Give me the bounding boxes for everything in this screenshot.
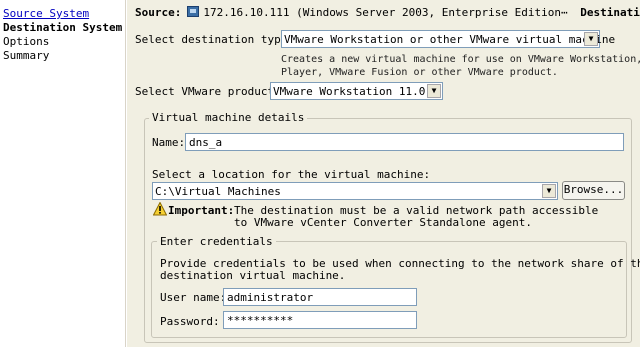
password-input[interactable]: ********** xyxy=(223,311,417,329)
vmware-product-select[interactable]: VMware Workstation 11.0.x ▼ xyxy=(270,82,443,100)
vm-location-label: Select a location for the virtual machin… xyxy=(152,168,431,181)
chevron-down-icon[interactable]: ▼ xyxy=(584,32,598,46)
destination-type-value: VMware Workstation or other VMware virtu… xyxy=(284,33,616,46)
destination-label: Destination: xyxy=(580,6,640,19)
wizard-nav: Source System Destination System Options… xyxy=(0,0,126,347)
vm-name-value: dns_a xyxy=(189,136,223,149)
vmware-product-label: Select VMware product: xyxy=(135,85,281,98)
vm-location-select[interactable]: C:\Virtual Machines ▼ xyxy=(152,182,558,200)
destination-type-label: Select destination type: xyxy=(135,33,294,46)
computer-icon xyxy=(187,6,200,17)
vm-details-title: Virtual machine details xyxy=(149,111,308,124)
chevron-down-icon[interactable]: ▼ xyxy=(542,184,556,198)
nav-item-summary[interactable]: Summary xyxy=(3,49,49,62)
credentials-description-2: destination virtual machine. xyxy=(160,269,346,282)
vm-name-input[interactable]: dns_a xyxy=(185,133,624,151)
important-label: Important: xyxy=(168,204,235,217)
vmware-product-value: VMware Workstation 11.0.x xyxy=(273,85,439,98)
nav-item-source-system[interactable]: Source System xyxy=(3,7,89,20)
warning-icon xyxy=(153,202,167,216)
browse-button[interactable]: Browse... xyxy=(562,181,625,200)
destination-type-select[interactable]: VMware Workstation or other VMware virtu… xyxy=(281,30,615,48)
nav-item-destination-system[interactable]: Destination System xyxy=(3,21,122,34)
user-name-value: administrator xyxy=(227,291,314,304)
source-label: Source: xyxy=(135,6,182,19)
nav-item-options[interactable]: Options xyxy=(3,35,49,48)
important-text-2: to VMware vCenter Converter Standalone a… xyxy=(234,216,533,229)
user-name-label: User name: xyxy=(160,291,227,304)
destination-type-description-2: Player, VMware Fusion or other VMware pr… xyxy=(281,67,558,78)
destination-panel: Source: 172.16.10.111 (Windows Server 200… xyxy=(127,0,640,347)
user-name-input[interactable]: administrator xyxy=(223,288,417,306)
password-value: ********** xyxy=(227,314,294,327)
source-summary: Source: 172.16.10.111 (Windows Server 200… xyxy=(135,6,640,19)
destination-type-description-1: Creates a new virtual machine for use on… xyxy=(281,54,640,65)
chevron-down-icon[interactable]: ▼ xyxy=(427,84,441,98)
vm-name-label: Name: xyxy=(152,136,186,149)
vm-location-value: C:\Virtual Machines xyxy=(155,185,281,198)
source-value: 172.16.10.111 (Windows Server 2003, Ente… xyxy=(203,6,568,19)
password-label: Password: xyxy=(160,315,220,328)
credentials-title: Enter credentials xyxy=(157,235,276,248)
